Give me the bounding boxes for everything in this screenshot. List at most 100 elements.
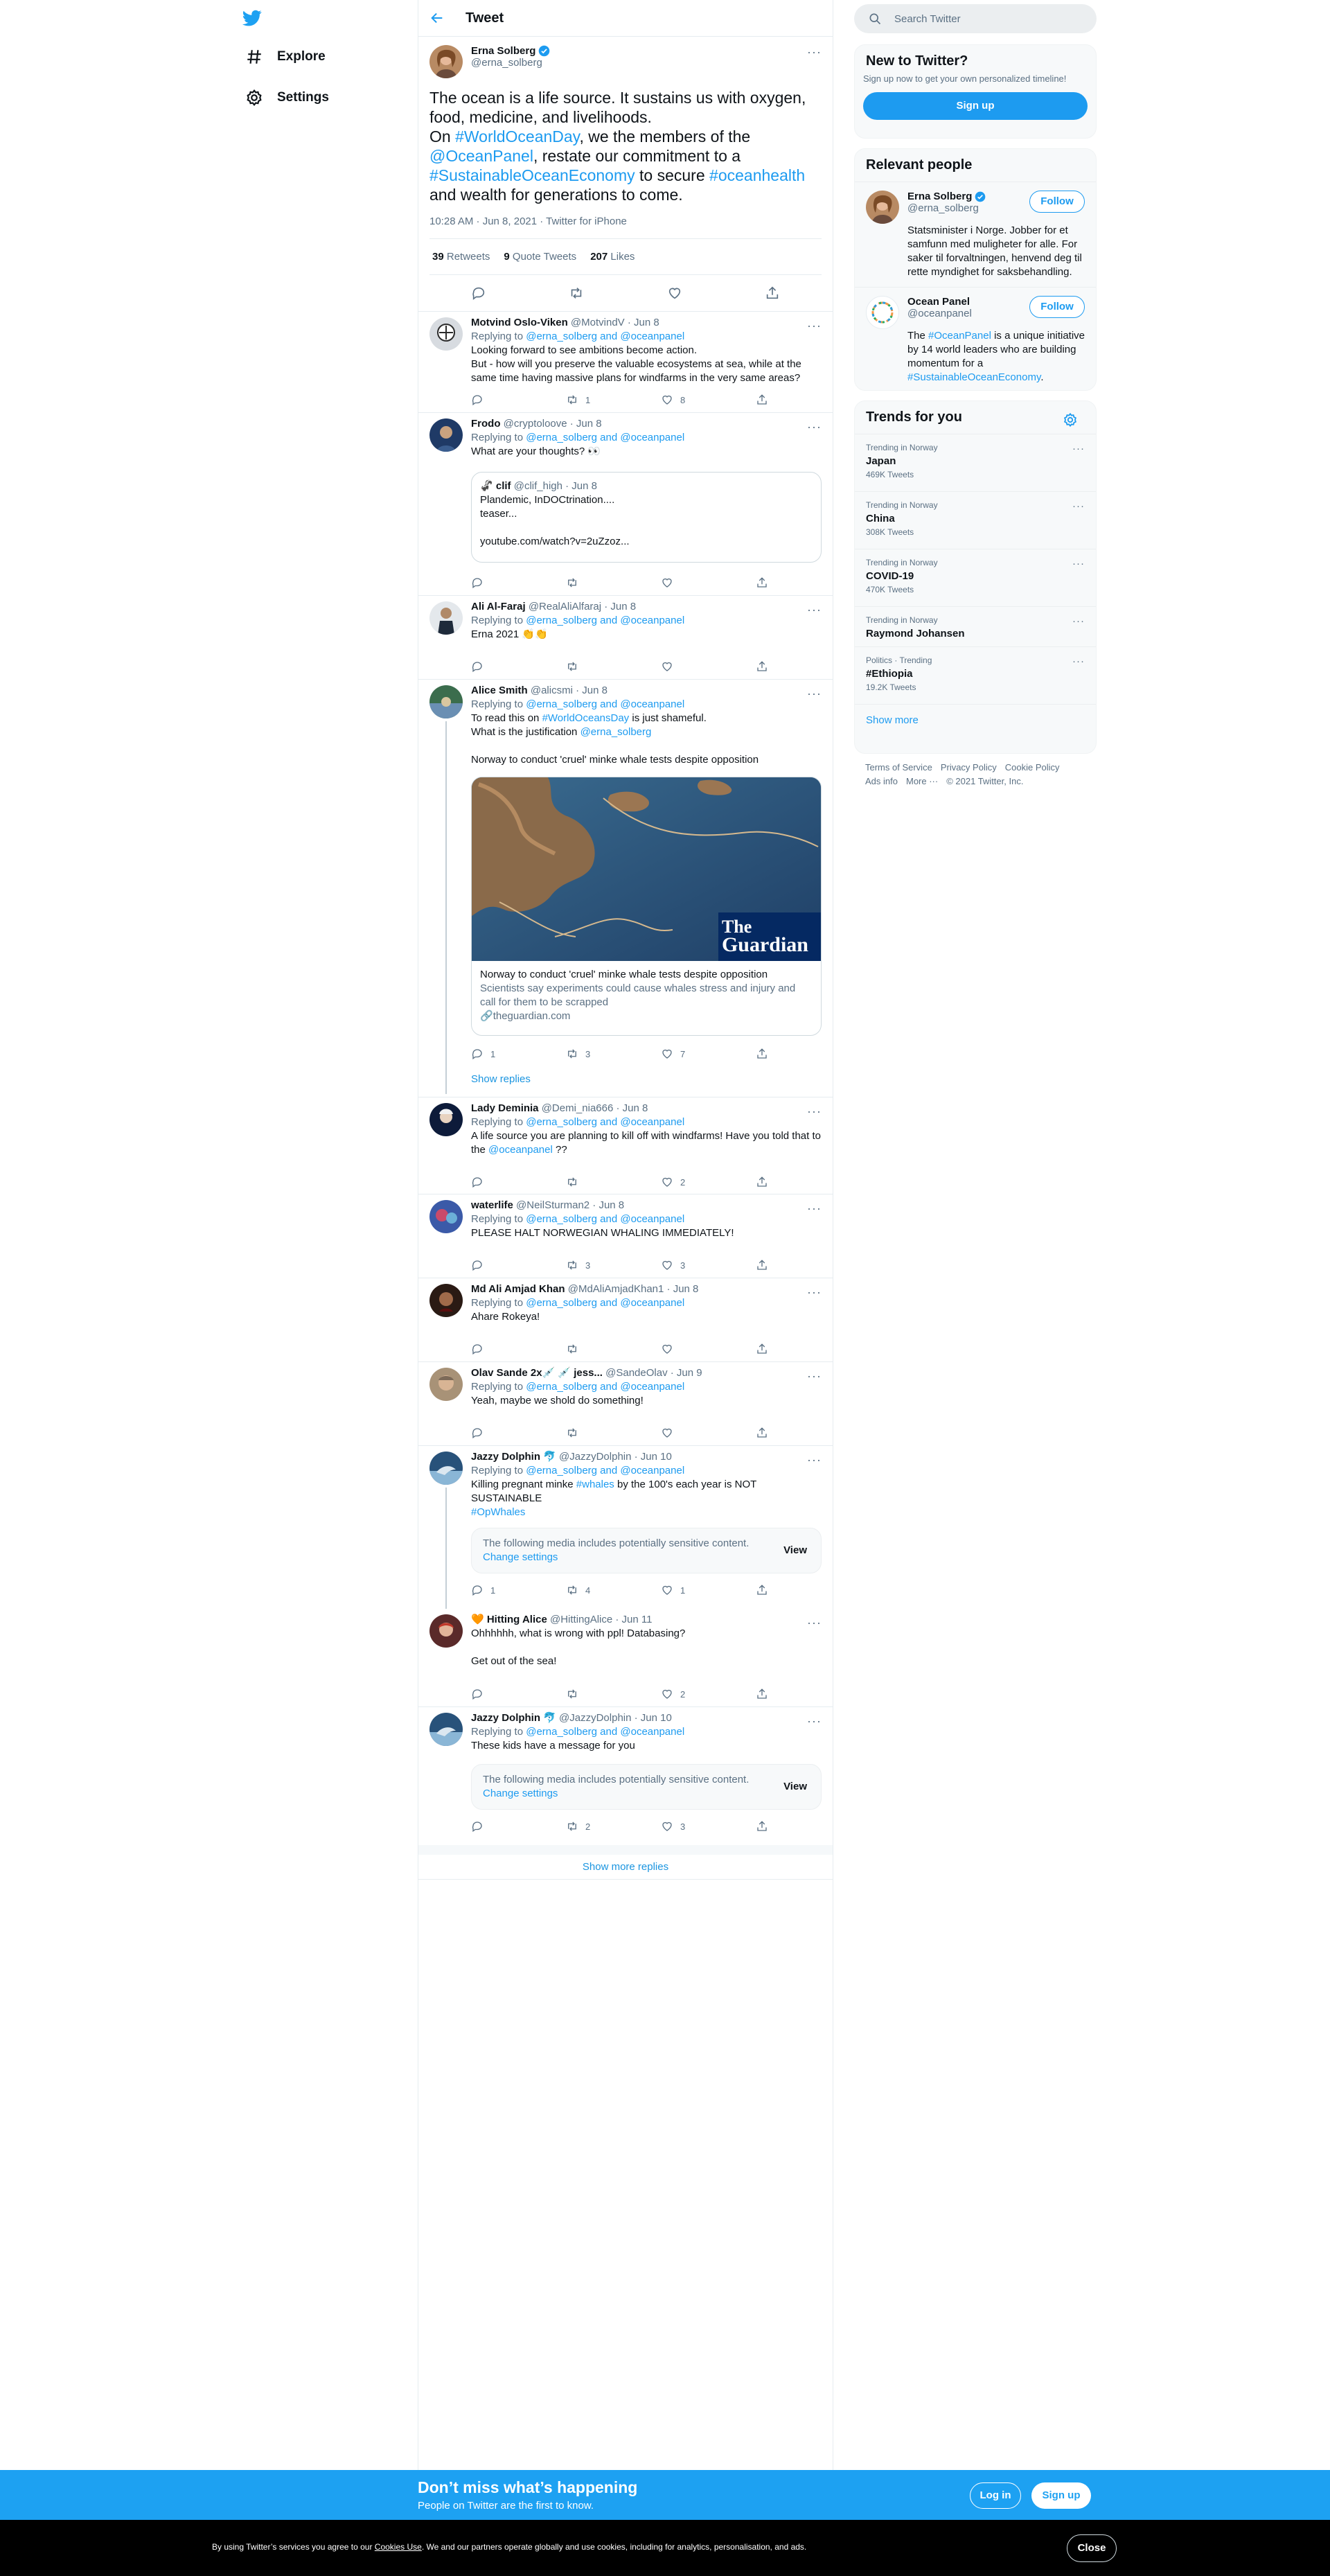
like-button[interactable]: 1 [661, 1584, 756, 1596]
person-card[interactable]: Erna Solberg @erna_solberg Follow Statsm… [855, 182, 1096, 287]
mention-link[interactable]: @OceanPanel [429, 147, 533, 165]
retweet-icon[interactable] [569, 285, 584, 301]
like-button[interactable] [661, 1343, 756, 1355]
reply-author-name[interactable]: Lady Deminia [471, 1102, 539, 1114]
follow-button[interactable]: Follow [1029, 296, 1085, 318]
trend-item[interactable]: Trending in Norway China 308K Tweets ··· [855, 491, 1096, 549]
share-button[interactable] [756, 1584, 768, 1596]
reply-button[interactable] [471, 1259, 566, 1271]
avatar[interactable] [429, 685, 463, 718]
reply-button[interactable]: 1 [471, 1048, 566, 1060]
reply-button[interactable] [471, 394, 566, 406]
like-button[interactable]: 3 [661, 1820, 756, 1833]
reply-author-name[interactable]: Ali Al-Faraj [471, 601, 526, 612]
person-name[interactable]: Erna Solberg [907, 191, 972, 202]
like-button[interactable]: 7 [661, 1048, 756, 1060]
hashtag-link[interactable]: #oceanhealth [709, 166, 805, 184]
search-input[interactable]: Search Twitter [854, 4, 1097, 33]
reply-meta[interactable]: @alicsmi · Jun 8 [531, 685, 608, 696]
nav-settings[interactable]: Settings [238, 80, 336, 115]
like-button[interactable] [661, 1427, 756, 1439]
hashtag-link[interactable]: #OpWhales [471, 1506, 525, 1518]
retweet-button[interactable]: 2 [566, 1820, 661, 1833]
reply-tweet[interactable]: Motvind Oslo-Viken @MotvindV · Jun 8 Rep… [418, 312, 833, 413]
like-button[interactable]: 2 [661, 1688, 756, 1700]
avatar[interactable] [866, 191, 899, 224]
tweet-timestamp[interactable]: 10:28 AM · Jun 8, 2021 · Twitter for iPh… [429, 215, 822, 239]
share-button[interactable] [756, 1820, 768, 1833]
replying-to-link[interactable]: @erna_solberg and @oceanpanel [526, 432, 684, 443]
trend-item[interactable]: Trending in Norway COVID-19 470K Tweets ··· [855, 549, 1096, 606]
reply-button[interactable] [471, 1343, 566, 1355]
more-options-icon[interactable]: ··· [807, 1369, 822, 1383]
hashtag-link[interactable]: #whales [576, 1479, 614, 1490]
change-settings-link[interactable]: Change settings [483, 1551, 558, 1563]
reply-tweet[interactable]: Alice Smith @alicsmi · Jun 8 Replying to… [418, 680, 833, 1097]
reply-button[interactable] [471, 1688, 566, 1700]
more-options-icon[interactable]: ··· [1072, 500, 1085, 512]
share-button[interactable] [756, 1259, 768, 1271]
retweet-button[interactable]: 3 [566, 1048, 661, 1060]
quotes-stat[interactable]: 9 Quote Tweets [504, 251, 576, 263]
avatar[interactable] [429, 1284, 463, 1317]
replying-to-link[interactable]: @erna_solberg and @oceanpanel [526, 615, 684, 626]
avatar[interactable] [429, 1200, 463, 1233]
reply-author-name[interactable]: Alice Smith [471, 685, 528, 696]
share-button[interactable] [756, 1427, 768, 1439]
footer-privacy-link[interactable]: Privacy Policy [941, 762, 997, 773]
replying-to-link[interactable]: @erna_solberg and @oceanpanel [526, 1297, 684, 1309]
more-options-icon[interactable]: ··· [807, 687, 822, 700]
retweet-button[interactable] [566, 576, 661, 589]
share-button[interactable] [756, 1343, 768, 1355]
retweet-button[interactable]: 1 [566, 394, 661, 406]
show-more-replies-button[interactable]: Show more replies [418, 1845, 833, 1880]
change-settings-link[interactable]: Change settings [483, 1788, 558, 1799]
more-options-icon[interactable]: ··· [807, 1104, 822, 1118]
avatar[interactable] [866, 296, 899, 329]
retweet-button[interactable] [566, 1688, 661, 1700]
reply-meta[interactable]: @cryptoloove · Jun 8 [504, 418, 602, 430]
reply-tweet[interactable]: Olav Sande 2x💉 💉 jess... @SandeOlav · Ju… [418, 1362, 833, 1446]
reply-tweet[interactable]: 🧡 Hitting Alice @HittingAlice · Jun 11 O… [418, 1609, 833, 1707]
share-button[interactable] [756, 1688, 768, 1700]
trend-item[interactable]: Politics · Trending #Ethiopia 19.2K Tweets… [855, 646, 1096, 704]
reply-meta[interactable]: @SandeOlav · Jun 9 [605, 1367, 702, 1379]
retweet-button[interactable] [566, 1343, 661, 1355]
more-options-icon[interactable]: ··· [1072, 443, 1085, 455]
more-options-icon[interactable]: ··· [807, 1201, 822, 1215]
avatar[interactable] [429, 601, 463, 635]
gear-icon[interactable] [1063, 412, 1078, 427]
reply-tweet[interactable]: Frodo @cryptoloove · Jun 8 Replying to @… [418, 413, 833, 596]
avatar[interactable] [429, 1103, 463, 1136]
replying-to-link[interactable]: @erna_solberg and @oceanpanel [526, 1465, 684, 1476]
person-handle[interactable]: @oceanpanel [907, 308, 972, 319]
more-options-icon[interactable]: ··· [807, 1714, 822, 1728]
reply-tweet[interactable]: Ali Al-Faraj @RealAliAlfaraj · Jun 8 Rep… [418, 596, 833, 680]
hashtag-link[interactable]: #OceanPanel [928, 330, 991, 342]
view-media-button[interactable]: View [783, 1544, 807, 1558]
avatar[interactable] [429, 45, 463, 78]
link-card[interactable]: The Guardian Norway to conduct 'cruel' m… [471, 777, 822, 1036]
reply-author-name[interactable]: Motvind Oslo-Viken [471, 317, 568, 328]
like-button[interactable] [661, 576, 756, 589]
avatar[interactable] [429, 1452, 463, 1485]
retweets-stat[interactable]: 39 Retweets [432, 251, 490, 263]
reply-tweet[interactable]: Jazzy Dolphin 🐬 @JazzyDolphin · Jun 10 R… [418, 1707, 833, 1845]
reply-button[interactable] [471, 1427, 566, 1439]
reply-meta[interactable]: @MotvindV · Jun 8 [571, 317, 659, 328]
share-button[interactable] [756, 1176, 768, 1188]
view-media-button[interactable]: View [783, 1780, 807, 1794]
close-cookie-button[interactable]: Close [1067, 2534, 1117, 2562]
like-button[interactable] [661, 660, 756, 673]
more-options-icon[interactable]: ··· [807, 420, 822, 434]
replying-to-link[interactable]: @erna_solberg and @oceanpanel [526, 698, 684, 710]
trend-item[interactable]: Trending in Norway Japan 469K Tweets ··· [855, 434, 1096, 491]
person-handle[interactable]: @erna_solberg [907, 202, 986, 214]
more-options-icon[interactable]: ··· [807, 1285, 822, 1299]
replying-to-link[interactable]: @erna_solberg and @oceanpanel [526, 330, 684, 342]
replying-to-link[interactable]: @erna_solberg and @oceanpanel [526, 1116, 684, 1128]
share-button[interactable] [756, 394, 768, 406]
more-options-icon[interactable]: ··· [807, 319, 822, 333]
quoted-tweet[interactable]: 🦨 clif @clif_high · Jun 8 Plandemic, InD… [471, 472, 822, 563]
replying-to-link[interactable]: @erna_solberg and @oceanpanel [526, 1381, 684, 1393]
